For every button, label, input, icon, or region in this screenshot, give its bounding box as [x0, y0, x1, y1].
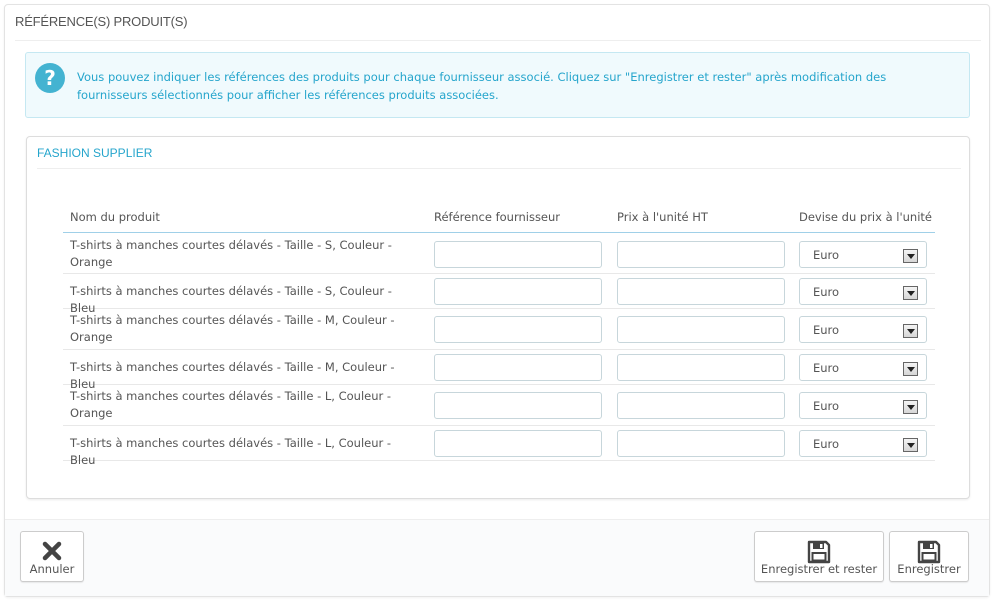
product-name: T-shirts à manches courtes délavés - Tai…	[70, 389, 392, 420]
currency-select[interactable]: Euro	[799, 278, 927, 305]
save-and-stay-button[interactable]: Enregistrer et rester	[754, 531, 884, 582]
dropdown-arrow-icon[interactable]	[903, 324, 918, 338]
currency-select-value: Euro	[813, 248, 840, 262]
panel-title: RÉFÉRENCE(S) PRODUIT(S)	[15, 5, 981, 41]
supplier-panel: FASHION SUPPLIER Nom du produit Référenc…	[26, 136, 970, 499]
unit-price-input[interactable]	[617, 278, 785, 305]
unit-price-input[interactable]	[617, 316, 785, 343]
question-icon: ?	[35, 63, 65, 93]
product-name: T-shirts à manches courtes délavés - Tai…	[70, 313, 395, 344]
currency-select[interactable]: Euro	[799, 392, 927, 419]
currency-select[interactable]: Euro	[799, 430, 927, 457]
save-button[interactable]: Enregistrer	[889, 531, 969, 582]
table-row: T-shirts à manches courtes délavés - Tai…	[63, 234, 935, 274]
table-row: T-shirts à manches courtes délavés - Tai…	[63, 385, 935, 426]
table-row: T-shirts à manches courtes délavés - Tai…	[63, 309, 935, 350]
unit-price-input[interactable]	[617, 430, 785, 457]
supplier-reference-input[interactable]	[434, 278, 602, 305]
save-and-stay-button-label: Enregistrer et rester	[760, 562, 878, 576]
product-name: T-shirts à manches courtes délavés - Tai…	[70, 436, 392, 467]
dropdown-arrow-icon[interactable]	[903, 286, 918, 300]
unit-price-input[interactable]	[617, 241, 785, 268]
supplier-title: FASHION SUPPLIER	[37, 137, 961, 169]
table-row: T-shirts à manches courtes délavés - Tai…	[63, 426, 935, 467]
form-footer: Annuler Enregistrer et rester Enregistre…	[5, 519, 989, 596]
currency-select-value: Euro	[813, 323, 840, 337]
currency-select[interactable]: Euro	[799, 354, 927, 381]
dropdown-arrow-icon[interactable]	[903, 249, 918, 263]
product-name: T-shirts à manches courtes délavés - Tai…	[70, 238, 392, 269]
supplier-reference-input[interactable]	[434, 241, 602, 268]
currency-select-value: Euro	[813, 437, 840, 451]
unit-price-input[interactable]	[617, 354, 785, 381]
unit-price-input[interactable]	[617, 392, 785, 419]
alert-text: Vous pouvez indiquer les références des …	[77, 70, 887, 102]
supplier-reference-input[interactable]	[434, 316, 602, 343]
header-supplier-reference: Référence fournisseur	[434, 210, 561, 224]
dropdown-arrow-icon[interactable]	[903, 438, 918, 452]
currency-select-value: Euro	[813, 361, 840, 375]
header-currency: Devise du prix à l'unité	[799, 210, 932, 224]
currency-select[interactable]: Euro	[799, 241, 927, 268]
currency-select-value: Euro	[813, 399, 840, 413]
table-row: T-shirts à manches courtes délavés - Tai…	[63, 350, 935, 391]
supplier-reference-input[interactable]	[434, 430, 602, 457]
table-row: T-shirts à manches courtes délavés - Tai…	[63, 274, 935, 315]
dropdown-arrow-icon[interactable]	[903, 400, 918, 414]
currency-select[interactable]: Euro	[799, 316, 927, 343]
currency-select-value: Euro	[813, 285, 840, 299]
cancel-button-label: Annuler	[29, 562, 75, 576]
cancel-button[interactable]: Annuler	[20, 531, 84, 582]
table-header-divider	[63, 232, 935, 233]
save-button-label: Enregistrer	[897, 562, 961, 576]
header-unit-price: Prix à l'unité HT	[617, 210, 708, 224]
dropdown-arrow-icon[interactable]	[903, 362, 918, 376]
supplier-reference-input[interactable]	[434, 354, 602, 381]
info-alert: ? Vous pouvez indiquer les références de…	[25, 52, 970, 118]
header-product-name: Nom du produit	[70, 210, 160, 224]
product-references-panel: RÉFÉRENCE(S) PRODUIT(S) ? Vous pouvez in…	[4, 4, 990, 597]
supplier-reference-input[interactable]	[434, 392, 602, 419]
